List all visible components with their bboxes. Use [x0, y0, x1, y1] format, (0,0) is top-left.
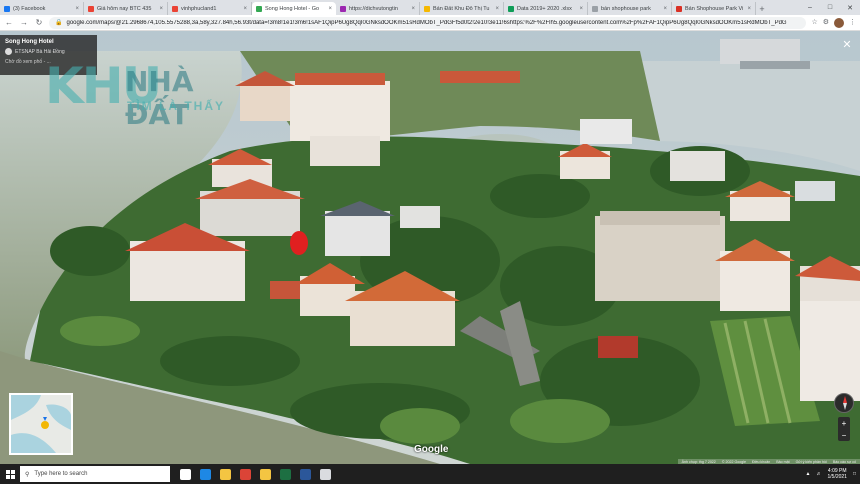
window-close-icon[interactable]: ✕	[840, 0, 860, 15]
tab-favicon-icon	[676, 5, 682, 12]
tab-title: vinhphucland1	[181, 5, 217, 12]
tab-favicon-icon	[88, 5, 94, 12]
street-view-panorama[interactable]: Song Hong Hotel ETSNAP Bà Hải Đồng Chờ đ…	[0, 31, 860, 464]
map-footer-link[interactable]: Ảnh chụp: thg 7 2022	[682, 460, 716, 464]
mini-map[interactable]	[9, 393, 73, 455]
browser-tab[interactable]: bán shophouse park ×	[588, 2, 672, 15]
tab-title: Song Hong Hotel - Go	[265, 5, 320, 12]
tab-close-icon[interactable]: ×	[328, 6, 332, 12]
browser-tab[interactable]: Bán Shophouse Park Vi ×	[672, 2, 756, 15]
profile-avatar[interactable]	[834, 17, 844, 28]
edge-icon[interactable]	[200, 468, 211, 480]
excel-icon[interactable]	[280, 468, 291, 480]
windows-logo-icon	[5, 469, 15, 479]
extension-icon[interactable]: ⚙	[823, 18, 829, 28]
tab-close-icon[interactable]: ×	[495, 6, 499, 12]
tab-title: https://dichvutongtin	[349, 5, 398, 12]
watermark-logo: KHU NHÀ ĐẤT TÌM LÀ THẤY	[45, 53, 245, 131]
new-tab-button[interactable]: +	[756, 2, 768, 15]
tab-title: Bán Đất Khu Đô Thị Tu	[433, 5, 490, 12]
taskbar-search-placeholder: Type here to search	[34, 471, 88, 477]
word-icon[interactable]	[300, 468, 311, 480]
notification-icon[interactable]: □	[853, 471, 856, 477]
browser-toolbar: ← → ↻ 🔒 google.com/maps/@21.2968674,105.…	[0, 15, 860, 31]
search-icon: ⚲	[25, 471, 30, 478]
zoom-control: + −	[838, 417, 850, 441]
tab-close-icon[interactable]: ×	[579, 6, 583, 12]
system-clock[interactable]: 4:09 PM 1/5/2021	[828, 468, 847, 480]
tab-favicon-icon	[592, 5, 598, 12]
mini-map-graphic	[11, 395, 71, 453]
browser-tab[interactable]: Bán Đất Khu Đô Thị Tu ×	[420, 2, 504, 15]
explorer-icon[interactable]	[220, 468, 231, 480]
browser-tab[interactable]: https://dichvutongtin ×	[336, 2, 420, 15]
map-footer-link[interactable]: Gửi ý kiến phản hồi	[796, 460, 827, 464]
clock-date: 1/5/2021	[827, 474, 847, 480]
network-icon[interactable]: ▲	[806, 471, 811, 477]
taskbar-search-box[interactable]: ⚲ Type here to search	[20, 466, 170, 482]
maximize-icon[interactable]: □	[820, 0, 840, 15]
close-icon[interactable]: ✕	[840, 37, 854, 51]
browser-tab-strip: (3) Facebook × Giá hôm nay BTC 435 × vinhphu…	[0, 0, 860, 15]
address-bar[interactable]: 🔒 google.com/maps/@21.2968674,105.557528…	[49, 16, 807, 29]
tab-close-icon[interactable]: ×	[159, 6, 163, 12]
task-view-icon[interactable]	[180, 468, 191, 480]
browser-tab[interactable]: Song Hong Hotel - Go ×	[252, 2, 336, 15]
mail-icon[interactable]	[260, 468, 271, 480]
forward-arrow-icon[interactable]: →	[19, 18, 29, 27]
zoom-in-button[interactable]: +	[842, 419, 847, 428]
windows-taskbar: ⚲ Type here to search ▲ ♬ 4:09 PM 1/5/20…	[0, 464, 860, 484]
browser-tab[interactable]: Data 2019+ 2020 .xlsx ×	[504, 2, 588, 15]
back-arrow-icon[interactable]: ←	[4, 18, 14, 27]
taskbar-apps	[180, 468, 331, 480]
system-tray: ▲ ♬ 4:09 PM 1/5/2021 □	[806, 464, 856, 484]
toolbar-icons: ☆ ⚙ ⋮	[811, 17, 856, 28]
tab-close-icon[interactable]: ×	[747, 6, 751, 12]
windows-start-button[interactable]	[0, 464, 20, 484]
zoom-out-button[interactable]: −	[842, 431, 847, 440]
tab-close-icon[interactable]: ×	[663, 6, 667, 12]
lock-icon: 🔒	[55, 20, 63, 26]
tab-title: (3) Facebook	[13, 5, 46, 12]
reload-icon[interactable]: ↻	[34, 18, 44, 27]
tab-favicon-icon	[340, 5, 346, 12]
map-footer-link[interactable]: Báo cáo sự cố	[833, 460, 856, 464]
minimize-icon[interactable]: –	[800, 0, 820, 15]
compass-icon[interactable]	[834, 393, 854, 413]
window-controls: – □ ✕	[800, 0, 860, 15]
tab-title: bán shophouse park	[601, 5, 651, 12]
place-name[interactable]: Song Hong Hotel	[5, 39, 92, 45]
tab-close-icon[interactable]: ×	[243, 6, 247, 12]
tab-favicon-icon	[424, 5, 430, 12]
menu-kebab-icon[interactable]: ⋮	[849, 18, 856, 28]
tab-favicon-icon	[508, 5, 514, 12]
map-footer-link[interactable]: © 2022 Google	[722, 460, 746, 464]
browser-tab[interactable]: Giá hôm nay BTC 435 ×	[84, 2, 168, 15]
browser-tab[interactable]: vinhphucland1 ×	[168, 2, 252, 15]
tab-favicon-icon	[256, 5, 262, 12]
volume-icon[interactable]: ♬	[817, 471, 822, 477]
contributor-avatar-icon	[5, 48, 12, 55]
store-icon[interactable]	[320, 468, 331, 480]
chrome-icon[interactable]	[240, 468, 251, 480]
tab-title: Data 2019+ 2020 .xlsx	[517, 5, 572, 12]
tab-favicon-icon	[172, 5, 178, 12]
tab-title: Giá hôm nay BTC 435	[97, 5, 152, 12]
tab-favicon-icon	[4, 5, 10, 12]
map-footer-link[interactable]: Điều khoản	[752, 460, 770, 464]
tab-title: Bán Shophouse Park Vi	[685, 5, 744, 12]
watermark-tagline: TÌM LÀ THẤY	[127, 99, 225, 113]
browser-tab[interactable]: (3) Facebook ×	[0, 2, 84, 15]
watermark-nhadat: NHÀ ĐẤT	[125, 65, 194, 131]
tab-close-icon[interactable]: ×	[411, 6, 415, 12]
tab-close-icon[interactable]: ×	[75, 6, 79, 12]
bookmark-star-icon[interactable]: ☆	[811, 18, 817, 28]
google-logo: Google	[414, 444, 449, 455]
address-url: google.com/maps/@21.2968674,105.5575288,…	[66, 19, 787, 26]
map-footer-link[interactable]: Bảo mật	[776, 460, 789, 464]
